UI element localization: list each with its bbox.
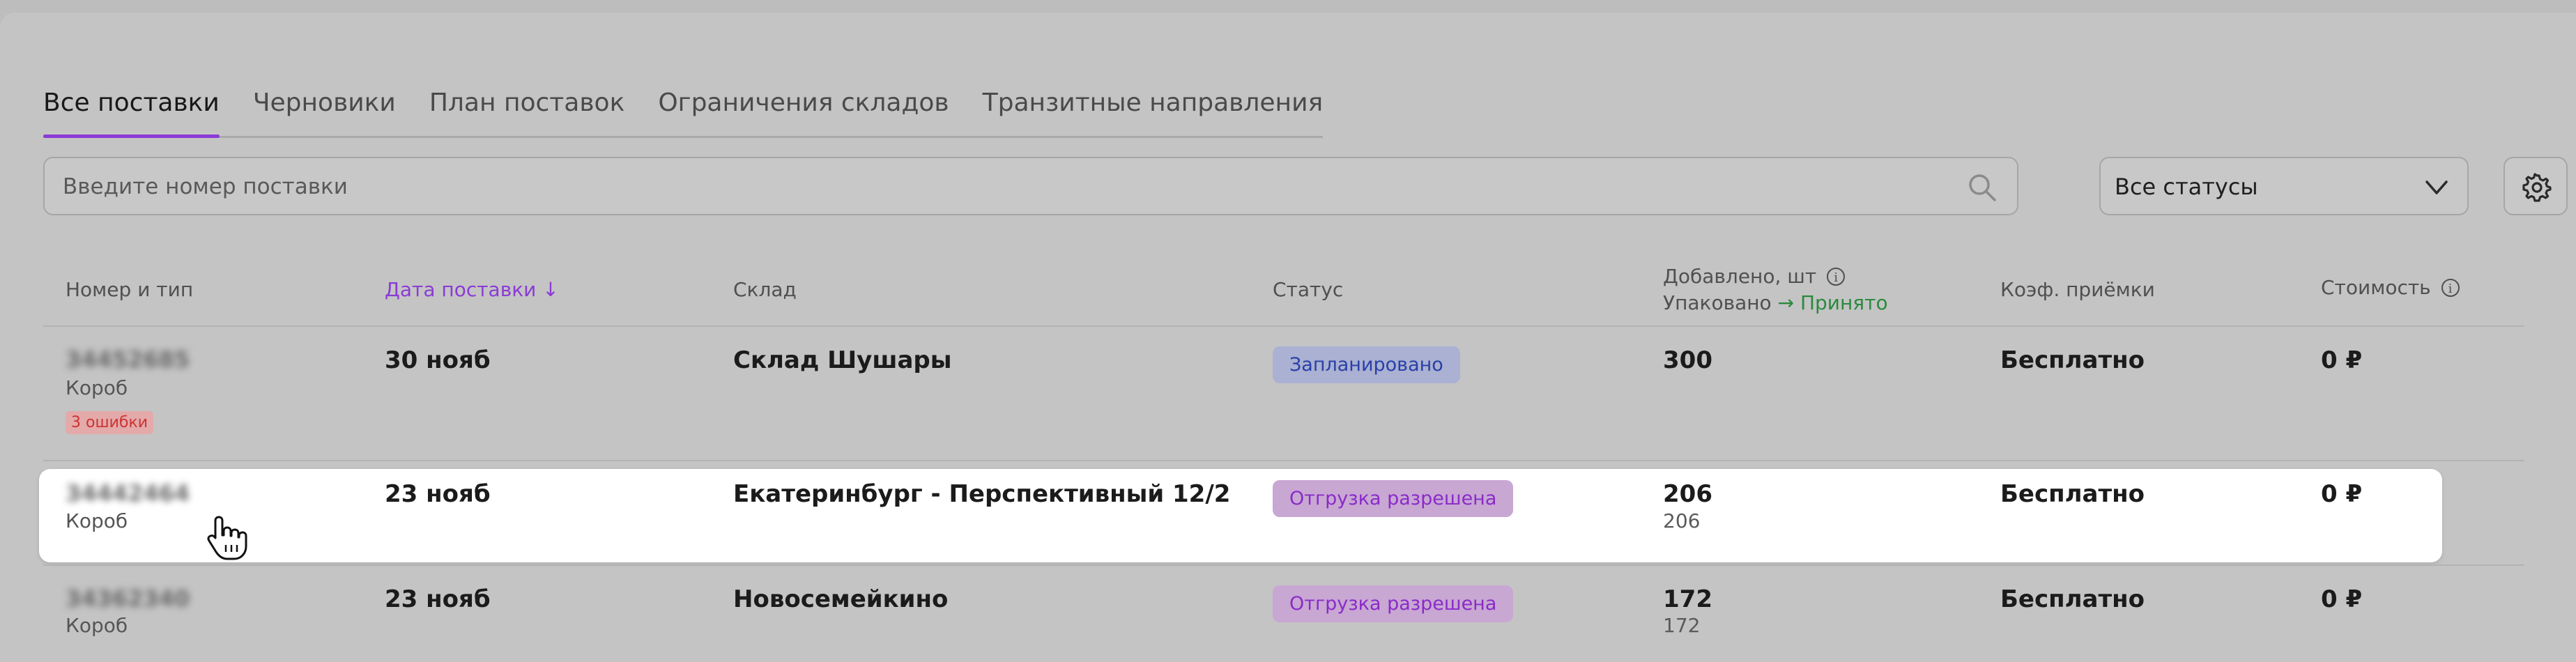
search-box (43, 157, 2018, 215)
info-icon[interactable]: i (1827, 268, 1846, 286)
packed-count: 172 (1663, 614, 1701, 637)
warehouse-name: Склад Шушары (733, 346, 952, 374)
added-count: 300 (1663, 346, 1712, 374)
supply-date: 23 нояб (385, 480, 491, 508)
settings-button[interactable] (2504, 157, 2568, 215)
header-status: Статус (1273, 278, 1344, 301)
status-badge: Отгрузка разрешена (1273, 480, 1514, 517)
header-number: Номер и тип (66, 278, 194, 301)
hand-cursor-icon (207, 516, 247, 560)
coef-value: Бесплатно (2000, 346, 2145, 374)
added-count: 206 (1663, 480, 1712, 508)
warehouse-name: Новосемейкино (733, 585, 949, 613)
header-packed-accepted: Упаковано → Принято (1663, 291, 1888, 314)
arrow-right-icon: → (1777, 291, 1795, 314)
header-coef: Коэф. приёмки (2000, 278, 2155, 301)
header-date[interactable]: Дата поставки ↓ (385, 278, 559, 301)
status-filter-select[interactable]: Все статусы (2099, 157, 2469, 215)
supply-number[interactable]: 34442464 (66, 480, 190, 507)
packed-count: 206 (1663, 509, 1701, 532)
header-warehouse: Склад (733, 278, 797, 301)
coef-value: Бесплатно (2000, 585, 2145, 613)
search-icon[interactable] (1967, 172, 1998, 203)
error-badge[interactable]: 3 ошибки (66, 411, 154, 434)
supply-type: Короб (66, 614, 128, 637)
supply-type: Короб (66, 509, 128, 532)
cost-value: 0 ₽ (2321, 480, 2363, 508)
supply-type: Короб (66, 376, 128, 399)
cost-value: 0 ₽ (2321, 585, 2363, 613)
tabs-bar: Все поставки Черновики План поставок Огр… (43, 86, 1324, 138)
arrow-down-icon: ↓ (542, 278, 559, 301)
header-cost-label: Стоимость (2321, 276, 2431, 299)
coef-value: Бесплатно (2000, 480, 2145, 508)
header-date-label: Дата поставки (385, 278, 537, 301)
supply-date: 23 нояб (385, 585, 491, 613)
gear-icon (2522, 173, 2552, 202)
status-badge: Отгрузка разрешена (1273, 585, 1514, 622)
chevron-down-icon (2425, 180, 2448, 194)
header-divider (43, 325, 2524, 327)
added-count: 172 (1663, 585, 1712, 613)
header-cost: Стоимость i (2321, 276, 2460, 299)
tab-transit-directions[interactable]: Транзитные направления (983, 86, 1324, 136)
supply-number[interactable]: 34362340 (66, 585, 190, 612)
tab-warehouse-limits[interactable]: Ограничения складов (658, 86, 949, 136)
header-added: Добавлено, шт i (1663, 265, 1846, 288)
status-filter-value: Все статусы (2115, 174, 2258, 200)
row-divider (43, 460, 2524, 461)
header-accepted-label: Принято (1800, 291, 1888, 314)
warehouse-name: Екатеринбург - Перспективный 12/2 (733, 480, 1231, 508)
supply-date: 30 нояб (385, 346, 491, 374)
tab-all-supplies[interactable]: Все поставки (43, 86, 220, 138)
supply-number[interactable]: 34452685 (66, 346, 190, 373)
cost-value: 0 ₽ (2321, 346, 2363, 374)
status-badge: Запланировано (1273, 346, 1460, 383)
tab-drafts[interactable]: Черновики (253, 86, 396, 136)
header-packed-label: Упаковано (1663, 291, 1772, 314)
search-input[interactable] (61, 158, 1946, 215)
header-added-label: Добавлено, шт (1663, 265, 1817, 288)
row-divider (43, 564, 2524, 566)
info-icon[interactable]: i (2441, 279, 2460, 297)
tab-supply-plan[interactable]: План поставок (429, 86, 625, 136)
